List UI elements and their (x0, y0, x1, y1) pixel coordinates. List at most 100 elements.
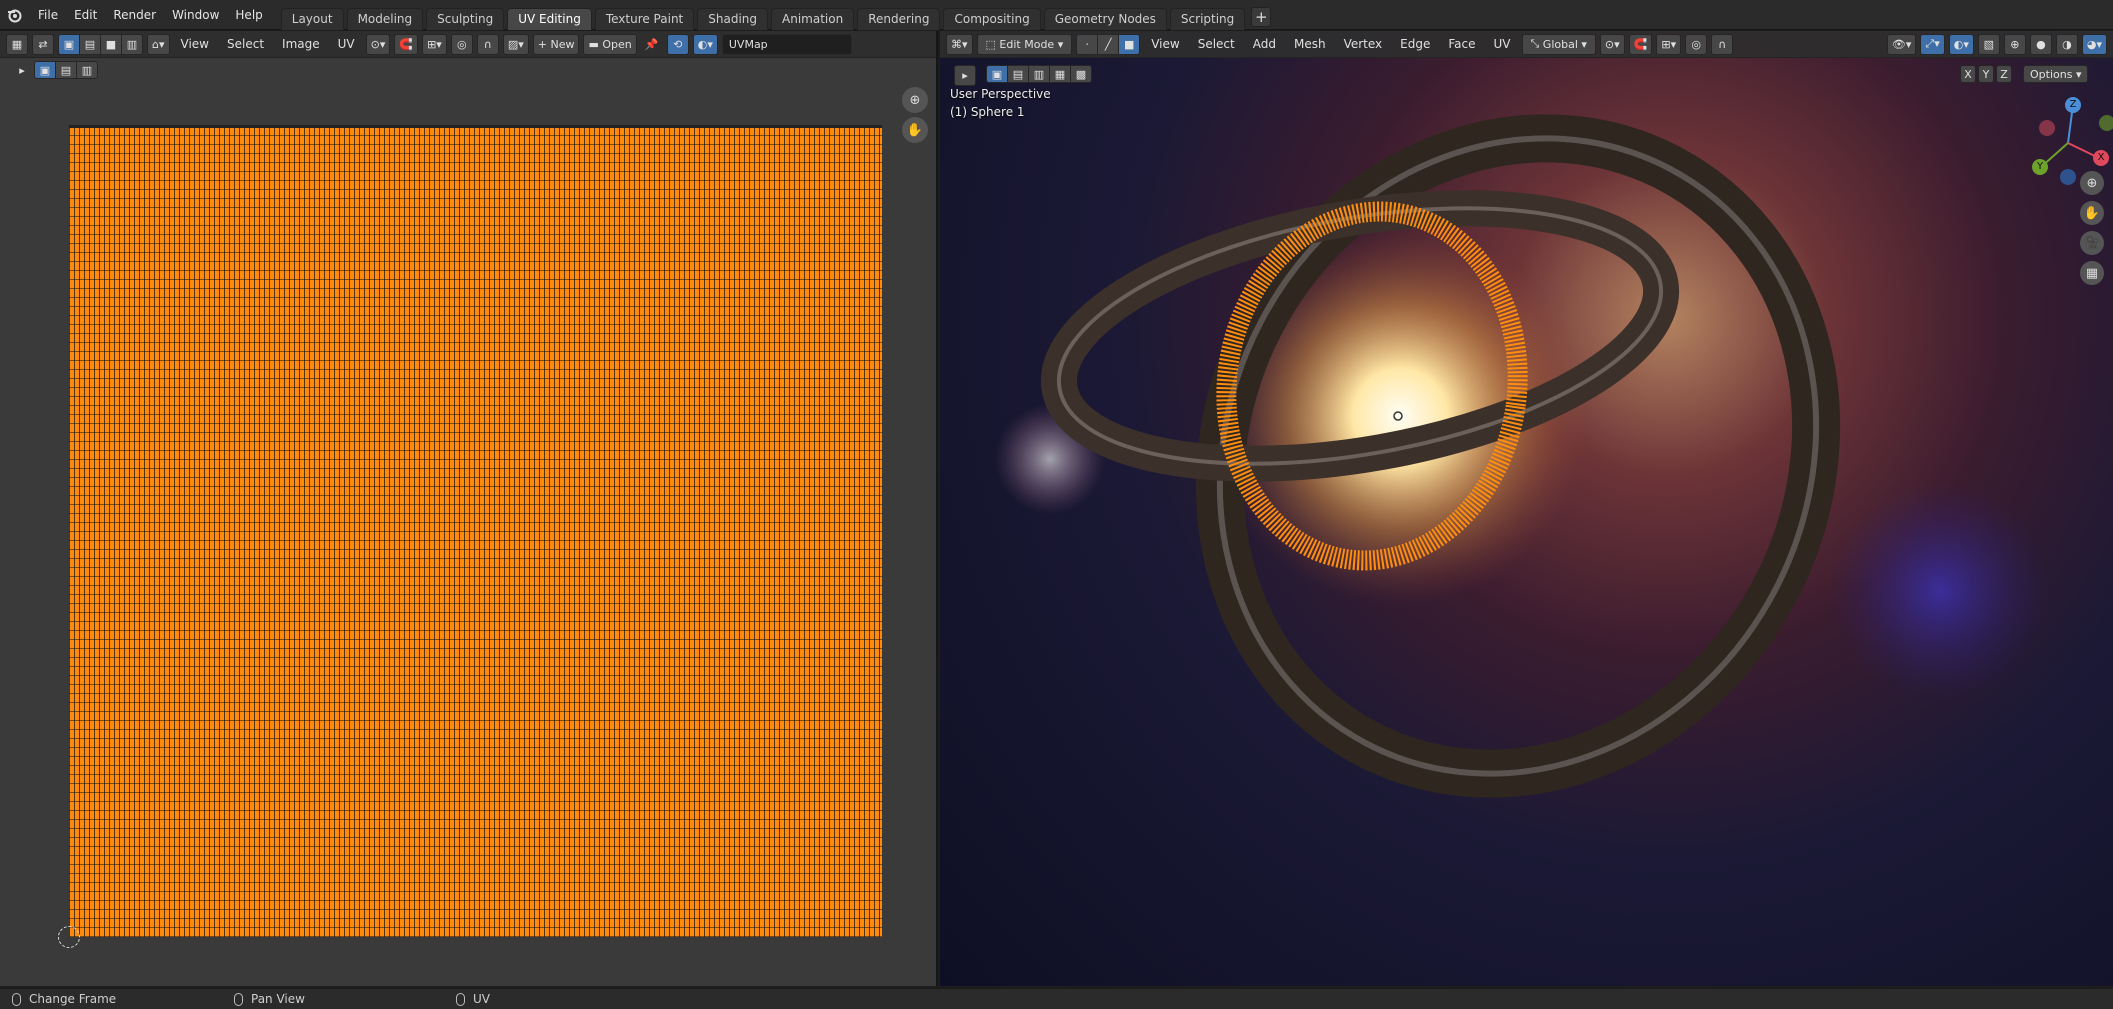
visibility-icon[interactable]: 👁▾ (1886, 33, 1917, 55)
select-extend-icon[interactable]: ▤ (55, 61, 77, 79)
vp-menu-face[interactable]: Face (1441, 31, 1482, 58)
gizmo-x-axis[interactable]: X (2093, 150, 2109, 166)
menu-edit[interactable]: Edit (66, 0, 105, 30)
tab-scripting[interactable]: Scripting (1169, 7, 1246, 30)
pin-icon[interactable]: 📌 (641, 34, 663, 55)
uv-editor-area[interactable]: ▦ ⇄ ▣ ▤ ■ ▥ ⌂▾ View Select Image UV ⊙▾ 🧲… (0, 31, 938, 986)
vp-menu-view[interactable]: View (1144, 31, 1186, 58)
uvmap-field[interactable]: UVMap (721, 33, 852, 55)
mirror-y-toggle[interactable]: Y (1978, 65, 1994, 83)
tool-settings-toggle-icon[interactable]: ▸ (954, 65, 976, 86)
face-mode-icon[interactable]: ■ (1118, 33, 1141, 55)
edge-mode-icon[interactable]: ╱ (1097, 33, 1120, 55)
vp-menu-add[interactable]: Add (1246, 31, 1283, 58)
rendered-shading-icon[interactable]: ◕▾ (2081, 33, 2107, 55)
sync-selection-icon[interactable]: ⇄ (32, 33, 54, 55)
navigation-gizmo[interactable]: Z X Y (2023, 91, 2113, 186)
uv-islands-canvas[interactable] (69, 125, 882, 937)
snapping-icon[interactable]: 🧲 (1628, 33, 1653, 55)
vp-pan-icon[interactable]: ✋ (2080, 201, 2104, 225)
tool-expand-icon[interactable]: ▸ (14, 62, 30, 78)
wireframe-shading-icon[interactable]: ⊕ (2003, 33, 2026, 55)
sticky-mode-icon[interactable]: ⌂▾ (147, 33, 170, 55)
gizmo-z-axis[interactable]: Z (2065, 97, 2081, 113)
menu-render[interactable]: Render (105, 0, 164, 30)
image-browse-icon[interactable]: ▨▾ (502, 33, 529, 55)
open-image-button[interactable]: ▬ Open (583, 33, 637, 55)
vp-select-invert-icon[interactable]: ▦ (1049, 65, 1071, 83)
mirror-x-toggle[interactable]: X (1960, 65, 1976, 83)
2d-cursor-icon[interactable] (58, 926, 80, 948)
tab-uv-editing[interactable]: UV Editing (507, 7, 592, 30)
tab-animation[interactable]: Animation (771, 7, 855, 30)
vp-menu-select[interactable]: Select (1191, 31, 1242, 58)
select-subtract-icon[interactable]: ▥ (76, 61, 98, 79)
snap-target-icon[interactable]: ⊞▾ (422, 33, 447, 55)
menu-window[interactable]: Window (164, 0, 227, 30)
material-shading-icon[interactable]: ◑ (2055, 33, 2078, 55)
add-workspace-button[interactable]: + (1251, 6, 1272, 27)
vp-select-extend-icon[interactable]: ▤ (1007, 65, 1029, 83)
mirror-z-toggle[interactable]: Z (1996, 65, 2012, 83)
overlay-icon[interactable]: ◐▾ (692, 33, 718, 55)
edge-select-icon[interactable]: ▤ (79, 33, 101, 55)
vp-select-subtract-icon[interactable]: ▥ (1028, 65, 1050, 83)
tab-texture-paint[interactable]: Texture Paint (594, 7, 695, 30)
select-box-icon[interactable]: ▣ (34, 61, 56, 79)
camera-view-icon[interactable]: 🎥 (2080, 231, 2104, 255)
gizmo-neg-z[interactable] (2060, 169, 2076, 185)
tab-sculpting[interactable]: Sculpting (426, 7, 505, 30)
vp-menu-vertex[interactable]: Vertex (1337, 31, 1390, 58)
pan-hand-icon[interactable]: ✋ (902, 117, 928, 143)
falloff-icon[interactable]: ∩ (476, 33, 499, 55)
gizmo-neg-y[interactable] (2099, 115, 2113, 131)
editor-type-icon[interactable]: ▦ (6, 33, 28, 55)
tab-layout[interactable]: Layout (280, 7, 344, 30)
zoom-icon[interactable]: ⊕ (902, 87, 928, 113)
tab-compositing[interactable]: Compositing (943, 7, 1041, 30)
solid-shading-icon[interactable]: ● (2029, 33, 2052, 55)
mode-dropdown[interactable]: ⬚ Edit Mode ▾ (976, 33, 1073, 55)
vp-select-box-icon[interactable]: ▣ (986, 65, 1008, 83)
vertex-mode-icon[interactable]: ⋅ (1076, 33, 1099, 55)
pivot-point-icon[interactable]: ⊙▾ (1599, 33, 1625, 55)
xray-icon[interactable]: ▧ (1977, 33, 2000, 55)
menu-file[interactable]: File (30, 0, 66, 30)
falloff-curve-icon[interactable]: ∩ (1711, 33, 1734, 55)
tab-shading[interactable]: Shading (697, 7, 768, 30)
ortho-toggle-icon[interactable]: ▦ (2080, 261, 2104, 285)
uv-sync-icon[interactable]: ⟲ (666, 33, 689, 55)
gizmo-toggle-icon[interactable]: ⤢▾ (1920, 33, 1945, 55)
tab-geometry-nodes[interactable]: Geometry Nodes (1043, 7, 1167, 30)
vp-zoom-icon[interactable]: ⊕ (2080, 171, 2104, 195)
blender-logo-icon[interactable] (0, 0, 30, 30)
snap-icon[interactable]: 🧲 (394, 33, 419, 55)
vp-menu-edge[interactable]: Edge (1393, 31, 1437, 58)
tab-modeling[interactable]: Modeling (346, 7, 424, 30)
menu-help[interactable]: Help (227, 0, 270, 30)
overlays-icon[interactable]: ◐▾ (1948, 33, 1974, 55)
face-select-icon[interactable]: ■ (100, 33, 122, 55)
proportional-edit-icon[interactable]: ◎ (450, 33, 473, 55)
vertex-select-icon[interactable]: ▣ (58, 33, 80, 55)
uv-menu-select[interactable]: Select (220, 31, 271, 58)
snap-element-icon[interactable]: ⊞▾ (1656, 33, 1682, 55)
uv-menu-uv[interactable]: UV (331, 31, 362, 58)
orientation-dropdown[interactable]: ⤡ Global ▾ (1521, 33, 1596, 55)
proportional-icon[interactable]: ◎ (1685, 33, 1708, 55)
new-image-button[interactable]: + New (532, 33, 580, 55)
gizmo-neg-x[interactable] (2039, 120, 2055, 136)
mouse-middle-icon (234, 992, 243, 1006)
uv-menu-image[interactable]: Image (275, 31, 327, 58)
vp-select-intersect-icon[interactable]: ▩ (1070, 65, 1092, 83)
vp-menu-uv[interactable]: UV (1487, 31, 1518, 58)
gizmo-y-axis[interactable]: Y (2032, 159, 2048, 175)
pivot-icon[interactable]: ⊙▾ (365, 33, 391, 55)
uv-menu-view[interactable]: View (174, 31, 216, 58)
tab-rendering[interactable]: Rendering (857, 7, 941, 30)
3d-viewport-area[interactable]: ⌘▾ ⬚ Edit Mode ▾ ⋅ ╱ ■ View Select Add M… (940, 31, 2113, 986)
island-select-icon[interactable]: ▥ (121, 33, 143, 55)
vp-menu-mesh[interactable]: Mesh (1287, 31, 1333, 58)
viewport-editor-type-icon[interactable]: ⌘▾ (946, 33, 973, 55)
options-button[interactable]: Options ▾ (2023, 65, 2089, 83)
